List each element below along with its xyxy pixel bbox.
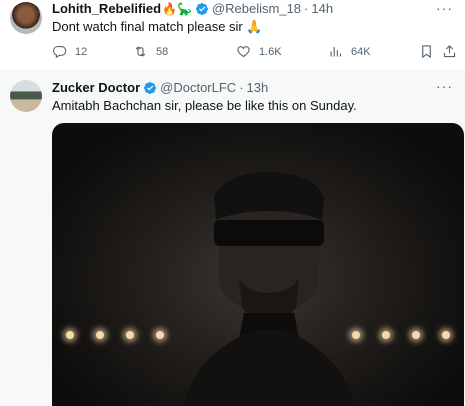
verified-badge-icon (144, 81, 157, 94)
more-options-icon[interactable]: ··· (436, 0, 453, 16)
tweet-header: Lohith_Rebelified 🔥🦕 @Rebelism_18 · 14h (52, 1, 333, 16)
tweet-media-image[interactable] (52, 123, 464, 406)
views-icon (330, 47, 342, 57)
like-button[interactable]: 1.6K (236, 44, 282, 59)
reply-count: 12 (75, 45, 88, 58)
avatar[interactable] (10, 2, 42, 34)
separator-dot: · (239, 80, 244, 95)
tweet-lohith[interactable]: Lohith_Rebelified 🔥🦕 @Rebelism_18 · 14h … (0, 0, 465, 71)
timestamp[interactable]: 14h (311, 1, 333, 16)
blindfolded-man-figure (184, 171, 354, 406)
retweet-icon (135, 46, 146, 57)
user-handle[interactable]: @Rebelism_18 (212, 1, 301, 16)
views-button[interactable]: 64K (328, 44, 371, 59)
heart-icon (237, 46, 250, 58)
view-count: 64K (351, 45, 371, 58)
share-icon (443, 45, 456, 58)
reply-icon (53, 45, 67, 59)
reply-button[interactable]: 12 (52, 44, 87, 59)
timestamp[interactable]: 13h (247, 80, 269, 95)
display-name[interactable]: Lohith_Rebelified (52, 1, 161, 16)
bookmark-button[interactable] (419, 44, 442, 59)
display-name[interactable]: Zucker Doctor (52, 80, 140, 95)
like-count: 1.6K (259, 45, 282, 58)
retweet-count: 58 (156, 45, 169, 58)
retweet-button[interactable]: 58 (133, 44, 168, 59)
tweet-actions: 12 58 1.6K 64K (52, 44, 456, 62)
verified-badge-icon (195, 2, 208, 15)
tweet-text: Amitabh Bachchan sir, please be like thi… (52, 98, 357, 113)
bookmark-icon (422, 45, 431, 59)
name-emojis: 🔥🦕 (162, 1, 192, 16)
avatar[interactable] (10, 80, 42, 112)
separator-dot: · (304, 1, 309, 16)
tweet-text: Dont watch final match please sir 🙏 (52, 19, 263, 34)
share-button[interactable] (442, 44, 465, 59)
more-options-icon[interactable]: ··· (436, 78, 453, 94)
user-handle[interactable]: @DoctorLFC (160, 80, 236, 95)
tweet-header: Zucker Doctor @DoctorLFC · 13h (52, 80, 268, 95)
